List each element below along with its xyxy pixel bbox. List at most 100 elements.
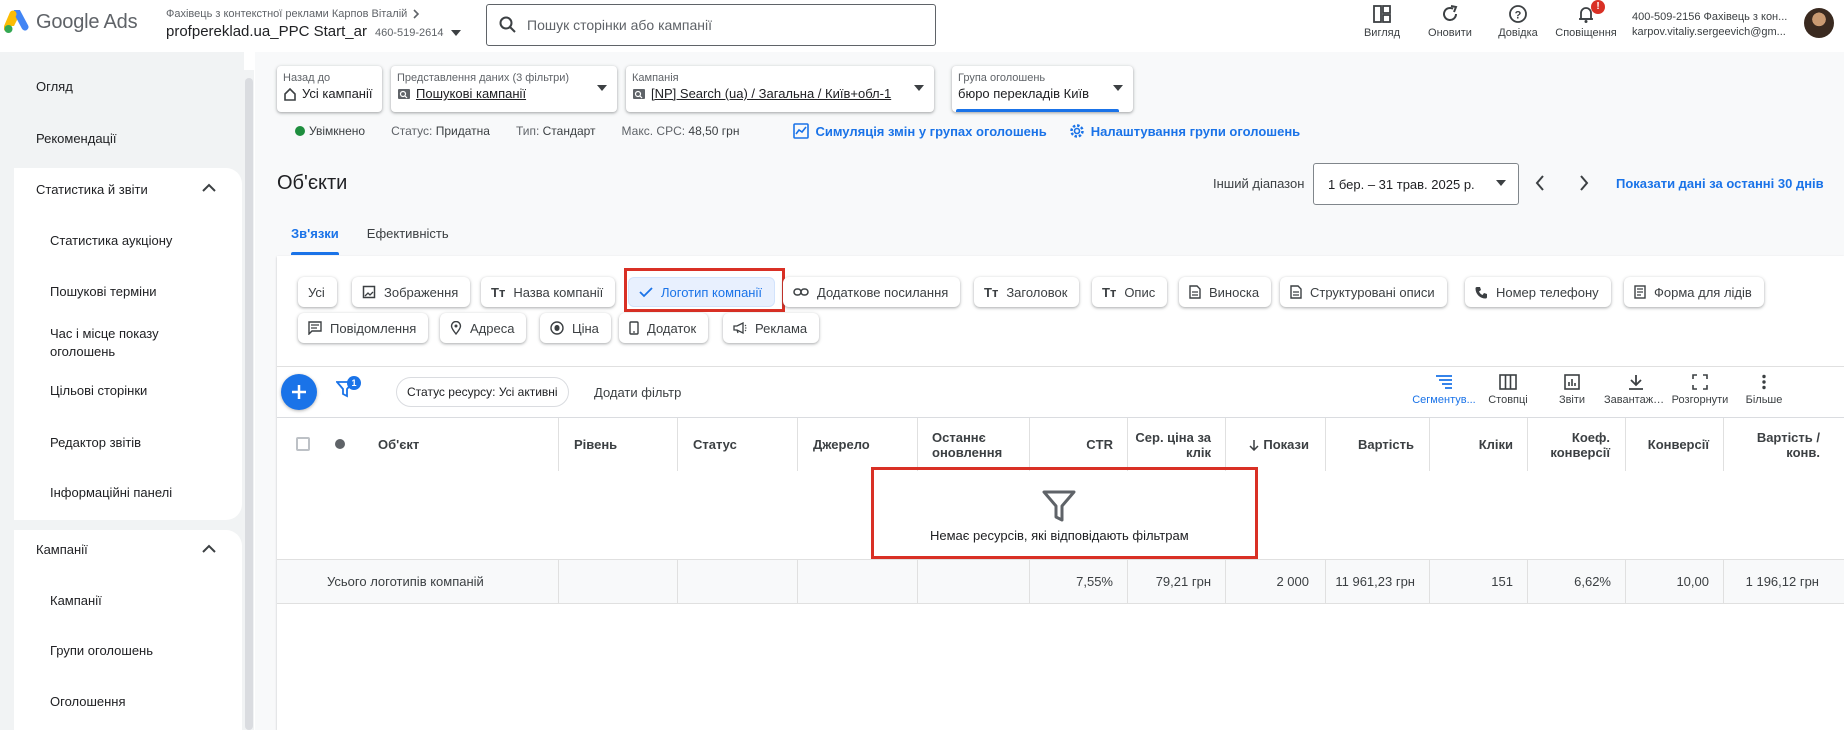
caret-down-icon	[1113, 85, 1123, 91]
reports-button[interactable]: Звіти	[1540, 374, 1604, 406]
view-picker[interactable]: Представлення даних (3 фільтри) Пошукові…	[391, 66, 617, 112]
col-divider	[1723, 560, 1724, 603]
plus-icon	[292, 385, 306, 399]
download-button[interactable]: Завантажи...	[1604, 374, 1668, 406]
chip-headline[interactable]: Tт Заголовок	[974, 277, 1080, 307]
caret-down-icon	[1496, 180, 1506, 186]
chip-callout[interactable]: Виноска	[1179, 277, 1272, 307]
segment-button[interactable]: Сегментув...	[1412, 374, 1476, 406]
chip-location[interactable]: Адреса	[440, 313, 527, 343]
total-cost: 11 961,23 грн	[1335, 574, 1415, 589]
col-header-conv-rate[interactable]: Коеф. конверсії	[1528, 418, 1610, 471]
refresh-button[interactable]: Оновити	[1416, 0, 1484, 48]
simulation-link[interactable]: Симуляція змін у групах оголошень	[793, 123, 1047, 139]
more-button[interactable]: Більше	[1732, 374, 1796, 406]
chip-promotion[interactable]: Реклама	[723, 313, 820, 343]
totals-label: Усього логотипів компаній	[327, 574, 484, 589]
col-header-avg-cpc[interactable]: Сер. ціна за клік	[1130, 418, 1211, 471]
col-header-asset[interactable]: Об'єкт	[378, 418, 419, 471]
tab-associations[interactable]: Зв'язки	[277, 224, 353, 255]
page-title: Об'єкти	[277, 172, 348, 194]
col-header-impressions[interactable]: Покази	[1225, 418, 1309, 471]
enabled-status[interactable]: Увімкнено	[295, 124, 365, 138]
col-divider	[917, 560, 918, 603]
download-icon	[1629, 375, 1643, 390]
sidebar-item-ads[interactable]: Оголошення	[50, 693, 126, 711]
search-input[interactable]	[527, 17, 917, 33]
search-box[interactable]	[486, 4, 936, 46]
col-header-ctr[interactable]: CTR	[1035, 418, 1113, 471]
account-name: profpereklad.ua_PPC Start_ar	[166, 23, 367, 40]
col-header-source[interactable]: Джерело	[813, 418, 870, 471]
sidebar-item-search-terms[interactable]: Пошукові терміни	[50, 283, 157, 301]
col-header-cost[interactable]: Вартість	[1326, 418, 1414, 471]
col-header-level[interactable]: Рівень	[574, 418, 617, 471]
reports-icon	[1564, 374, 1580, 390]
col-header-status[interactable]: Статус	[693, 418, 737, 471]
col-header-clicks[interactable]: Кліки	[1430, 418, 1513, 471]
show-last-30-days-link[interactable]: Показати дані за останні 30 днів	[1616, 176, 1824, 191]
back-picker[interactable]: Назад до Усі кампанії	[277, 66, 382, 112]
sidebar-item-report-editor[interactable]: Редактор звітів	[50, 434, 141, 452]
chevron-up-icon[interactable]	[202, 544, 216, 554]
sidebar-item-recommendations[interactable]: Рекомендації	[36, 131, 117, 146]
chip-app[interactable]: Додаток	[619, 313, 709, 343]
max-cpc-value: 48,50 грн	[688, 124, 740, 138]
chip-description[interactable]: Tт Опис	[1092, 277, 1168, 307]
user-info[interactable]: 400-509-2156 Фахівець з кон... karpov.vi…	[1632, 10, 1787, 40]
sidebar-group-stats[interactable]: Статистика й звіти	[36, 182, 148, 197]
gear-icon	[1070, 124, 1084, 138]
add-button[interactable]	[281, 374, 317, 410]
account-switcher[interactable]: Фахівець з контекстної реклами Карпов Ві…	[166, 8, 462, 40]
appearance-button[interactable]: Вигляд	[1348, 0, 1416, 48]
sidebar-item-campaigns[interactable]: Кампанії	[50, 592, 102, 610]
user-line1: 400-509-2156 Фахівець з кон...	[1632, 11, 1788, 23]
col-header-last-updated[interactable]: Останнє оновлення	[932, 418, 1012, 471]
chip-lead-form[interactable]: Форма для лідів	[1624, 277, 1764, 307]
chevron-right-icon[interactable]	[1578, 174, 1590, 192]
chip-phone[interactable]: Номер телефону	[1465, 277, 1611, 307]
chip-business-name[interactable]: Tт Назва компанії	[481, 277, 616, 307]
sidebar-item-ad-groups[interactable]: Групи оголошень	[50, 642, 153, 660]
chip-structured-snippets[interactable]: Структуровані описи	[1280, 277, 1447, 307]
more-vert-icon	[1762, 374, 1766, 390]
adgroup-settings-link[interactable]: Налаштування групи оголошень	[1069, 123, 1300, 139]
sidebar-item-landing-pages[interactable]: Цільові сторінки	[50, 382, 147, 400]
chip-all[interactable]: Усі	[298, 277, 337, 307]
segment-icon	[1436, 375, 1452, 389]
campaign-picker[interactable]: Кампанія [NP] Search (ua) / Загальна / К…	[626, 66, 934, 112]
col-header-conversions[interactable]: Конверсії	[1625, 418, 1709, 471]
google-ads-logo[interactable]: Google Ads	[4, 10, 138, 34]
sidebar-item-auction-stats[interactable]: Статистика аукціону	[50, 232, 172, 250]
chip-message[interactable]: Повідомлення	[298, 313, 429, 343]
date-range-picker[interactable]: 1 бер. – 31 трав. 2025 р.	[1313, 163, 1519, 205]
chevron-up-icon[interactable]	[202, 183, 216, 193]
adgroup-picker[interactable]: Група оголошень бюро перекладів Київ	[952, 66, 1133, 112]
caret-down-icon	[451, 30, 462, 36]
status-dot-icon	[295, 126, 305, 136]
notifications-label: Сповіщення	[1555, 27, 1617, 39]
avatar[interactable]	[1804, 8, 1834, 38]
chip-price[interactable]: Ціна	[540, 313, 611, 343]
type-value: Стандарт	[542, 124, 596, 138]
col-divider	[1127, 418, 1128, 471]
sidebar-scroll-thumb[interactable]	[245, 78, 253, 730]
add-filter-button[interactable]: Додати фільтр	[594, 385, 681, 400]
sidebar-item-overview[interactable]: Огляд	[36, 79, 73, 94]
chevron-left-icon[interactable]	[1534, 174, 1546, 192]
sidebar-group-campaigns[interactable]: Кампанії	[36, 542, 88, 557]
expand-button[interactable]: Розгорнути	[1668, 374, 1732, 406]
tab-performance[interactable]: Ефективність	[353, 224, 463, 255]
notifications-button[interactable]: ! Сповіщення	[1552, 0, 1620, 48]
sidebar-item-dashboards[interactable]: Інформаційні панелі	[50, 484, 172, 502]
sidebar-item-when-where[interactable]: Час і місце показу оголошень	[50, 325, 200, 361]
account-owner: Фахівець з контекстної реклами Карпов Ві…	[166, 8, 461, 20]
columns-button[interactable]: Стовпці	[1476, 374, 1540, 406]
chip-images[interactable]: Зображення	[352, 277, 471, 307]
select-all-checkbox[interactable]	[296, 437, 310, 451]
total-impressions: 2 000	[1276, 574, 1309, 589]
resource-status-filter-chip[interactable]: Статус ресурсу: Усі активні	[396, 377, 569, 407]
help-button[interactable]: ? Довідка	[1484, 0, 1552, 48]
chip-sitelink[interactable]: Додаткове посилання	[783, 277, 961, 307]
col-header-cost-per-conv[interactable]: Вартість / конв.	[1724, 418, 1820, 471]
